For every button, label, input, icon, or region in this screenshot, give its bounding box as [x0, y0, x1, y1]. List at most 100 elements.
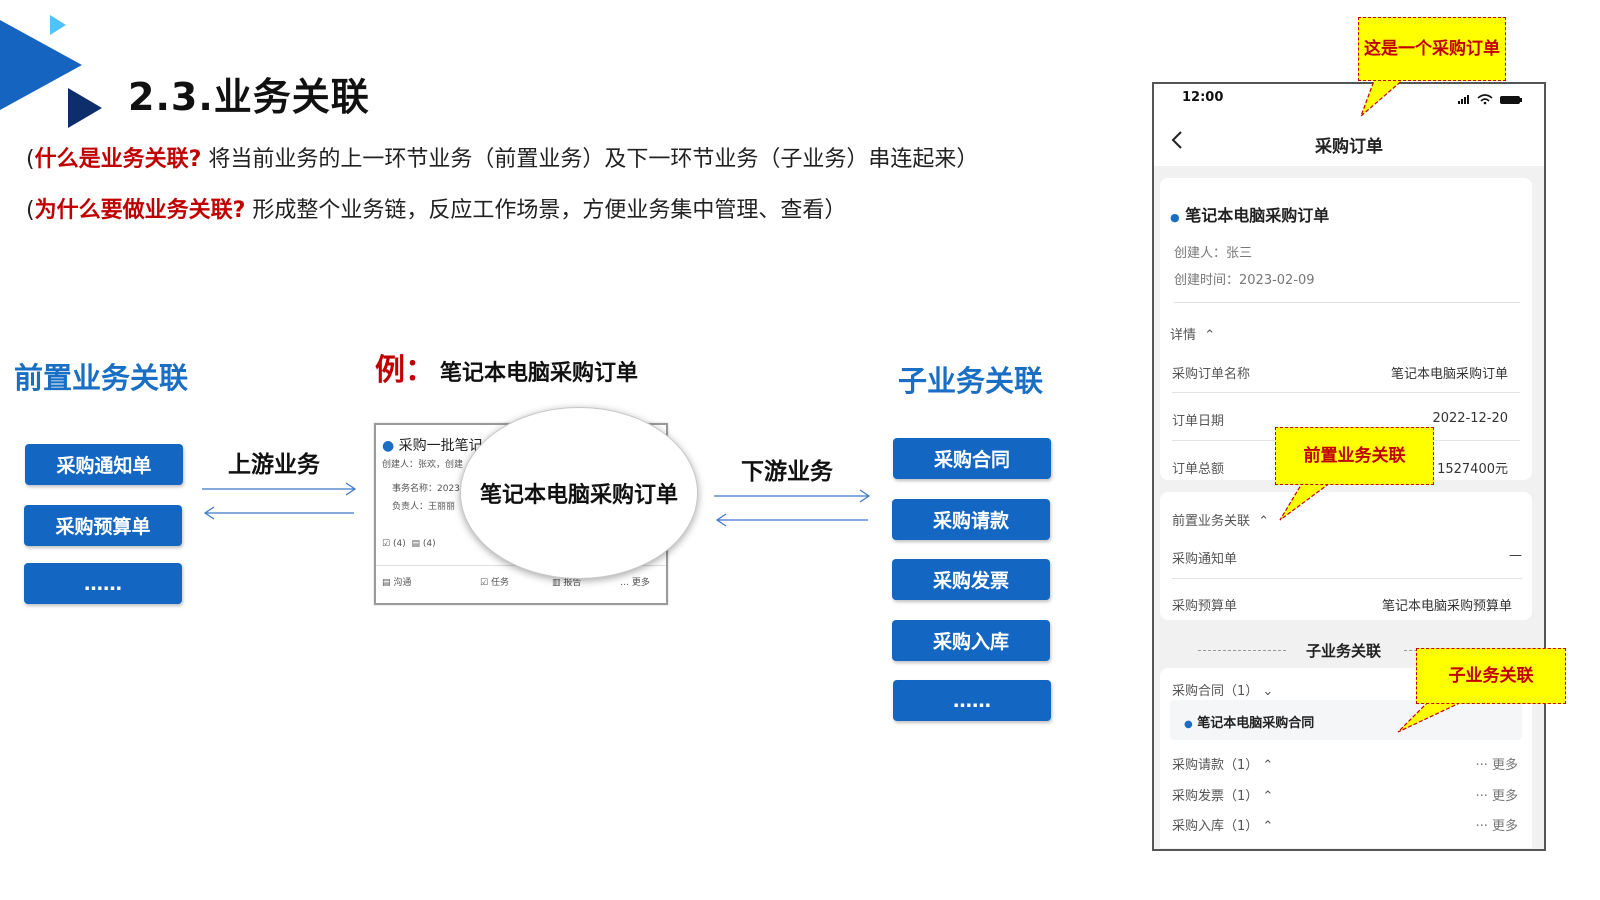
callout-pointer-top — [1359, 78, 1406, 118]
definition-line: (什么是业务关联? 将当前业务的上一环节业务（前置业务）及下一环节业务（子业务）… — [26, 141, 978, 173]
upstream-arrows — [202, 482, 357, 520]
doc-icon: ▤ — [411, 539, 420, 549]
chat-icon: ▤ — [382, 578, 391, 588]
bullet-dot-icon: ● — [1184, 719, 1193, 730]
card-tab-chat-label: 沟通 — [393, 578, 412, 588]
pre-item-budget[interactable]: 采购预算单 — [24, 505, 182, 546]
example-prefix: 例： — [375, 353, 435, 388]
header-decor-triangle-dark — [68, 88, 102, 128]
phone-header: 12:00 采购订单 — [1154, 84, 1544, 166]
field-value-date: 2022-12-20 — [1432, 411, 1508, 426]
pre-item-more[interactable]: …… — [24, 563, 182, 604]
sub-child: ● 笔记本电脑采购合同 — [1184, 712, 1314, 731]
bullet-dot-icon: ● — [382, 438, 395, 454]
sub-section-title: 子业务关联 — [1306, 642, 1382, 660]
sub-business-heading: 子业务关联 — [898, 364, 1044, 398]
sub-item-contract[interactable]: 采购合同 — [893, 438, 1051, 479]
more-link[interactable]: ··· 更多 — [1475, 815, 1518, 834]
order-title-text: 笔记本电脑采购订单 — [1185, 206, 1330, 225]
purpose-question: 为什么要做业务关联? — [34, 198, 246, 223]
status-time: 12:00 — [1182, 90, 1224, 105]
page-title: 2.3.业务关联 — [128, 75, 370, 119]
pre-section-toggle[interactable]: 前置业务关联 ⌃ — [1172, 510, 1269, 529]
field-value-total: 1527400元 — [1437, 462, 1508, 477]
card-meta: 创建人：张欢，创建 — [382, 460, 464, 470]
sub-item-label: 采购发票（1） — [1172, 789, 1259, 804]
sub-item-toggle[interactable]: 采购发票（1） ⌃ — [1172, 785, 1273, 804]
callout-pointer-sub — [1397, 700, 1467, 733]
callout-sub-business: 子业务关联 — [1416, 648, 1566, 704]
card-tab-task-label: 任务 — [490, 578, 509, 588]
status-icons — [1458, 94, 1522, 105]
sub-child-text: 笔记本电脑采购合同 — [1197, 716, 1315, 731]
more-link[interactable]: ··· 更多 — [1475, 754, 1518, 773]
chevron-up-icon: ⌃ — [1258, 514, 1270, 529]
card-tab-more[interactable]: … 更多 — [620, 575, 650, 588]
card-tab-report-label: 报告 — [563, 578, 582, 588]
pre-item-notice[interactable]: 采购通知单 — [25, 444, 183, 485]
sub-item-payment-request[interactable]: 采购请款 — [892, 499, 1050, 540]
divider — [1174, 302, 1520, 303]
pre-item-label: 采购通知单 — [1172, 552, 1238, 567]
pre-section-label: 前置业务关联 — [1172, 514, 1251, 529]
upstream-label: 上游业务 — [228, 452, 320, 478]
checkbox-icon: ☑ — [382, 539, 391, 549]
card-field-owner: 负责人：王丽丽 — [392, 502, 456, 512]
nav-title: 采购订单 — [1315, 137, 1383, 157]
sub-item-label: 采购合同（1） — [1172, 684, 1259, 699]
card-count-2: (4) — [422, 539, 436, 549]
chevron-up-icon: ⌃ — [1204, 328, 1216, 343]
divider — [1172, 578, 1522, 579]
card-tab-task[interactable]: ☑ 任务 — [480, 575, 509, 588]
divider — [1172, 392, 1520, 393]
sub-item-label: 采购请款（1） — [1172, 758, 1259, 773]
callout-pointer-pre — [1279, 480, 1336, 521]
bubble-text: 笔记本电脑采购订单 — [479, 483, 678, 508]
card-title: ● 采购一批笔记 — [382, 435, 483, 455]
sub-item-toggle[interactable]: 采购请款（1） ⌃ — [1172, 754, 1273, 773]
card-title-text: 采购一批笔记 — [398, 438, 483, 454]
field-value-name: 笔记本电脑采购订单 — [1390, 367, 1508, 382]
task-icon: ☑ — [480, 578, 489, 588]
pre-business-panel: 前置业务关联 ⌃ 采购通知单 — 采购预算单 笔记本电脑采购预算单 — [1160, 492, 1532, 620]
pre-item-value[interactable]: 笔记本电脑采购预算单 — [1382, 595, 1512, 614]
magnifier-bubble: 笔记本电脑采购订单 — [460, 407, 698, 579]
paren-open: ( — [26, 147, 35, 172]
report-icon: ▥ — [552, 578, 561, 588]
sub-item-toggle[interactable]: 采购合同（1） ⌄ — [1172, 680, 1273, 699]
downstream-label: 下游业务 — [741, 459, 833, 485]
details-label: 详情 — [1170, 328, 1197, 343]
more-link[interactable]: ··· 更多 — [1475, 785, 1518, 804]
bullet-dot-icon: ● — [1170, 211, 1180, 224]
header-decor-triangle-small — [50, 15, 66, 35]
creator: 创建人：张三 — [1174, 246, 1253, 261]
sub-item-toggle[interactable]: 采购入库（1） ⌃ — [1172, 815, 1273, 834]
chevron-down-icon: ⌄ — [1262, 684, 1274, 699]
card-tab-chat[interactable]: ▤ 沟通 — [382, 575, 411, 588]
chevron-up-icon: ⌃ — [1262, 758, 1274, 773]
details-toggle[interactable]: 详情 ⌃ — [1170, 324, 1215, 343]
dashed-divider — [1198, 650, 1286, 651]
chevron-up-icon: ⌃ — [1262, 819, 1274, 834]
pre-item-label: 采购预算单 — [1172, 599, 1238, 614]
purpose-text: 形成整个业务链，反应工作场景，方便业务集中管理、查看） — [252, 198, 847, 223]
field-label-name: 采购订单名称 — [1172, 367, 1251, 382]
pre-item-value: — — [1509, 548, 1522, 563]
sub-item-invoice[interactable]: 采购发票 — [892, 559, 1050, 600]
sub-item-more[interactable]: …… — [893, 680, 1051, 721]
created-time: 创建时间：2023-02-09 — [1174, 273, 1315, 288]
definition-text: 将当前业务的上一环节业务（前置业务）及下一环节业务（子业务）串连起来） — [208, 147, 979, 172]
callout-pre-business: 前置业务关联 — [1275, 427, 1434, 485]
downstream-arrows — [714, 489, 871, 527]
chevron-up-icon: ⌃ — [1262, 789, 1274, 804]
sub-item-label: 采购入库（1） — [1172, 819, 1259, 834]
example-title: 笔记本电脑采购订单 — [440, 361, 639, 386]
definition-question: 什么是业务关联? — [34, 147, 202, 172]
field-label-total: 订单总额 — [1172, 462, 1225, 477]
paren-open: ( — [26, 198, 35, 223]
card-field-name: 事务名称：2023 — [392, 484, 460, 494]
card-counts: ☑ (4) ▤ (4) — [382, 539, 436, 549]
sub-item-warehousing[interactable]: 采购入库 — [892, 620, 1050, 661]
pre-business-heading: 前置业务关联 — [14, 361, 189, 395]
order-title: ● 笔记本电脑采购订单 — [1170, 202, 1329, 226]
